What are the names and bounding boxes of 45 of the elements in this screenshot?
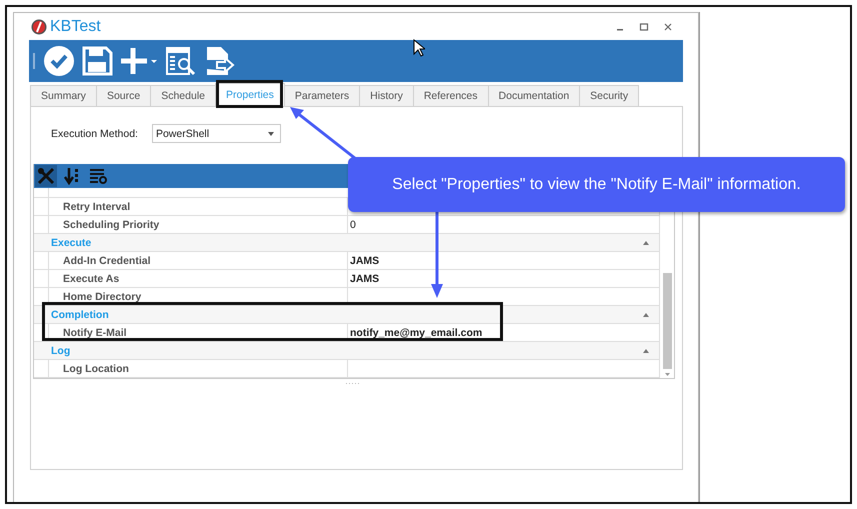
collapse-icon[interactable] — [643, 348, 649, 352]
property-value[interactable]: notify_me@my_email.com — [348, 324, 659, 341]
property-value[interactable]: JAMS — [348, 252, 659, 269]
collapse-icon[interactable] — [643, 240, 649, 244]
save-icon[interactable] — [81, 45, 113, 77]
property-name[interactable]: Home Directory — [49, 288, 348, 305]
resize-grip-icon — [346, 382, 360, 385]
tools-icon — [37, 167, 55, 185]
tab[interactable]: Security — [579, 85, 640, 106]
category-title: Execute — [51, 236, 92, 248]
tab[interactable]: Schedule — [150, 85, 216, 106]
check-circle-icon[interactable] — [43, 45, 75, 77]
category-title: Log — [51, 344, 70, 356]
property-name[interactable]: Scheduling Priority — [49, 216, 348, 233]
property-name[interactable]: Execute As — [49, 270, 348, 287]
logo-icon — [31, 18, 47, 34]
tab[interactable]: Source — [96, 85, 152, 106]
maximize-icon[interactable] — [639, 22, 649, 32]
collapse-icon[interactable] — [643, 312, 649, 316]
scrollbar-thumb[interactable] — [662, 273, 672, 369]
callout: Select "Properties" to view the "Notify E-Mail" information. — [348, 157, 845, 212]
property-name[interactable]: Log Location — [49, 360, 348, 377]
tab[interactable]: Parameters — [284, 85, 360, 106]
caret-icon — [268, 132, 274, 136]
property-name[interactable]: Add-In Credential — [49, 252, 348, 269]
sort-alpha-icon — [64, 167, 80, 185]
search-report-icon[interactable] — [165, 45, 197, 77]
mouse-cursor-icon — [413, 39, 425, 57]
tab[interactable]: Documentation — [488, 85, 580, 106]
property-name[interactable]: Notify E-Mail — [49, 324, 348, 341]
tab[interactable]: History — [359, 85, 414, 106]
property-value[interactable]: 0 — [348, 216, 659, 233]
execution-method-dropdown[interactable]: PowerShell — [152, 124, 281, 143]
property-value[interactable]: JAMS — [348, 270, 659, 287]
categorized-button[interactable] — [35, 165, 57, 187]
list-settings-icon — [89, 168, 107, 184]
window-title: KBTest — [50, 18, 101, 36]
scroll-down-icon — [664, 373, 670, 376]
add-icon[interactable] — [119, 45, 159, 77]
field-label: Execution Method: — [51, 128, 138, 140]
highlight-frame — [216, 80, 283, 108]
category-title: Completion — [51, 308, 109, 320]
tab[interactable]: References — [412, 85, 489, 106]
close-icon[interactable] — [663, 22, 673, 32]
tab[interactable]: Summary — [30, 85, 97, 106]
